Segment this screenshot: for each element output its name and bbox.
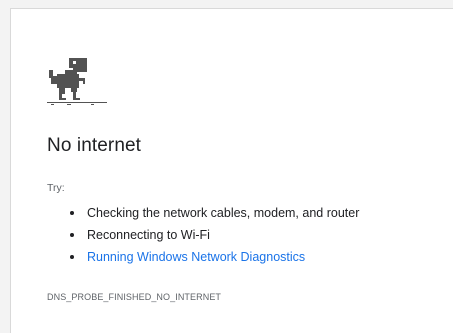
error-page: No internet Try: Checking the network ca… <box>10 8 453 333</box>
suggestion-text: Reconnecting to Wi-Fi <box>87 228 210 242</box>
suggestion-network-diagnostics[interactable]: Running Windows Network Diagnostics <box>47 246 359 268</box>
suggestion-text: Checking the network cables, modem, and … <box>87 206 360 220</box>
bullet-icon <box>70 255 74 259</box>
suggestion-check-cables: Checking the network cables, modem, and … <box>47 202 359 224</box>
network-diagnostics-link[interactable]: Running Windows Network Diagnostics <box>87 250 305 264</box>
page-title: No internet <box>47 135 142 156</box>
bullet-icon <box>70 233 74 237</box>
suggestion-reconnect-wifi: Reconnecting to Wi-Fi <box>47 224 359 246</box>
dinosaur-icon <box>47 58 107 105</box>
suggestion-list: Checking the network cables, modem, and … <box>47 202 359 268</box>
error-code: DNS_PROBE_FINISHED_NO_INTERNET <box>47 292 222 302</box>
try-label: Try: <box>47 182 65 194</box>
bullet-icon <box>70 211 74 215</box>
